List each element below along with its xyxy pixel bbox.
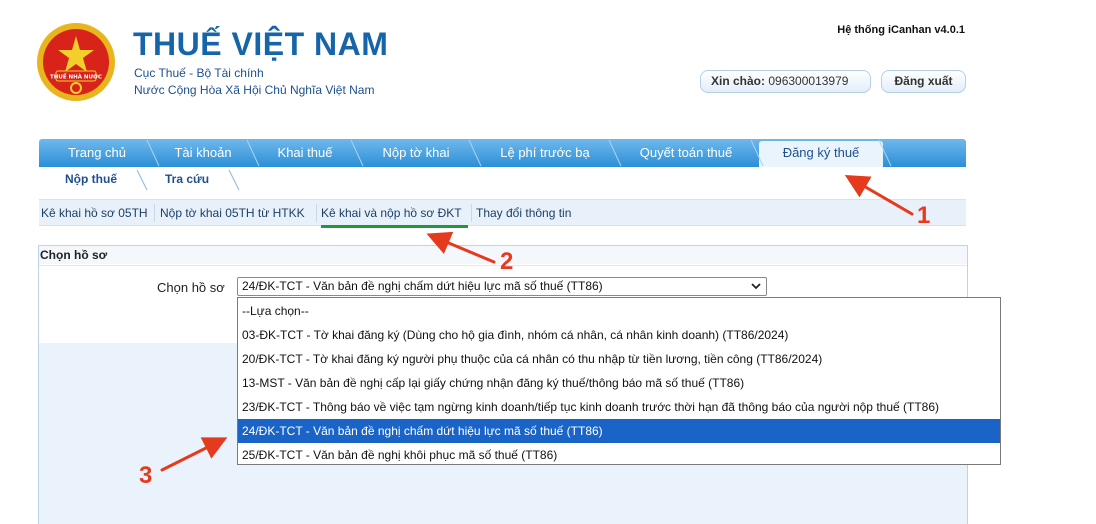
page: THUẾ NHÀ NƯỚC THUẾ VIỆT NAM Cục Thuế - B… (0, 0, 1096, 524)
annotation-step-3: 3 (139, 462, 153, 489)
annotation-arrows (160, 174, 914, 472)
arrow-2 (426, 231, 496, 264)
arrow-3 (160, 437, 228, 472)
annotation-step-2: 2 (500, 248, 514, 275)
arrow-1 (844, 174, 914, 216)
annotation-step-1: 1 (917, 202, 931, 229)
